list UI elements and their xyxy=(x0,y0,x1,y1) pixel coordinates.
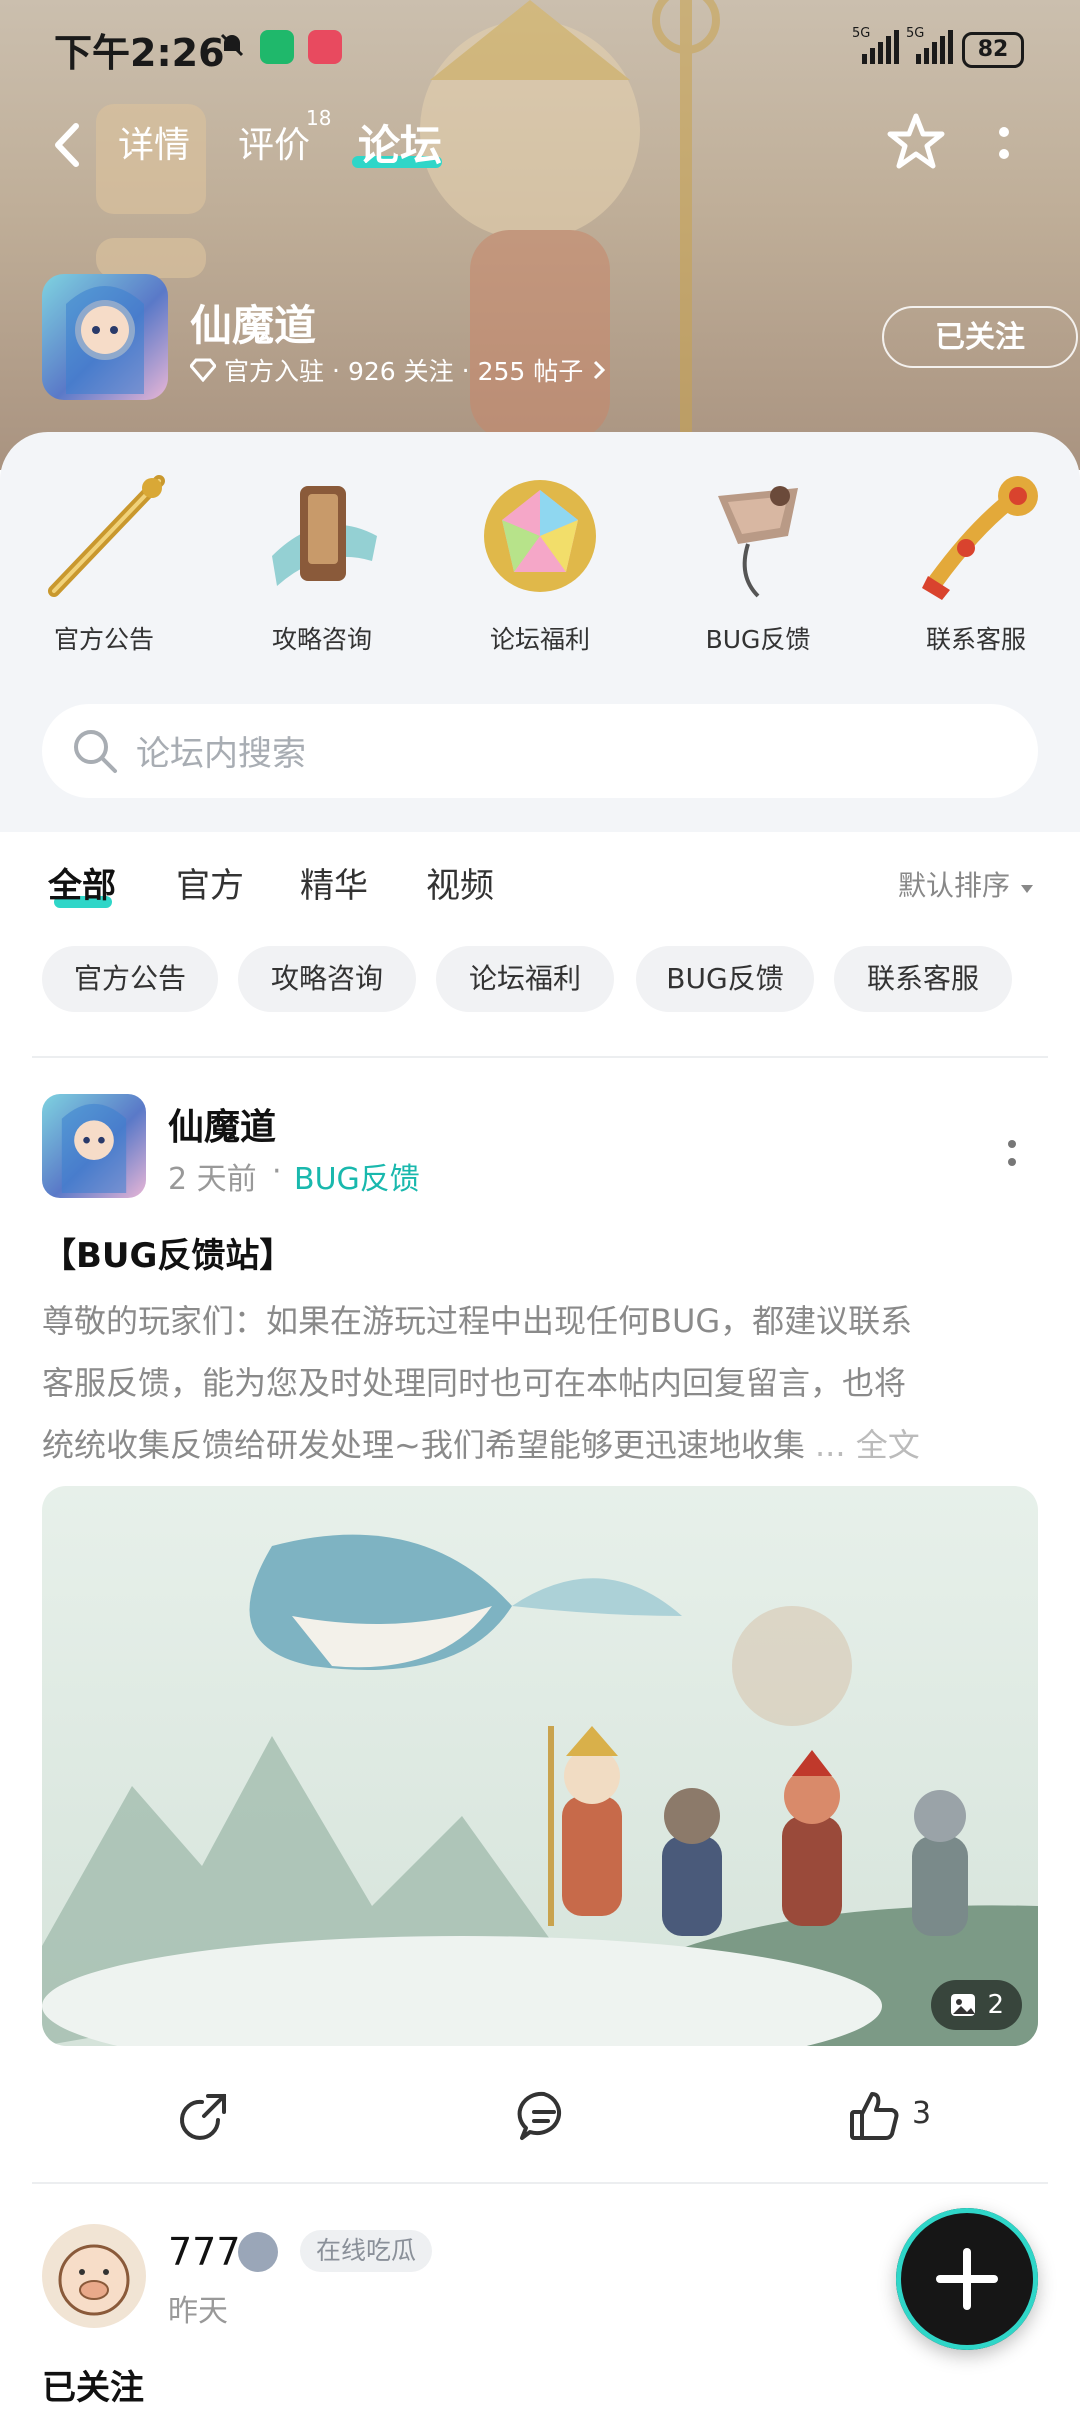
top-nav: 详情 评价 18 论坛 xyxy=(0,100,1080,278)
thumbs-up-icon[interactable] xyxy=(846,2088,902,2144)
game-title: 仙魔道 xyxy=(190,301,317,350)
caret-down-icon xyxy=(1020,885,1033,893)
category-label: 攻略咨询 xyxy=(271,625,372,654)
share-icon[interactable] xyxy=(178,2088,234,2144)
back-arrow-icon[interactable] xyxy=(48,118,88,172)
tab-forum[interactable]: 论坛 xyxy=(358,112,442,173)
forum-header: 下午2:26 5G 5G 82 详情 评价 18 论坛 仙魔道 官方入驻 · 9… xyxy=(0,0,1080,470)
game-info: 仙魔道 官方入驻 · 926 关注 · 255 帖子 已关注 xyxy=(0,270,1080,410)
chip-bug-feedback[interactable]: BUG反馈 xyxy=(636,946,814,1012)
more-vertical-icon[interactable] xyxy=(996,120,1012,170)
user-tag: 在线吃瓜 xyxy=(300,2230,433,2272)
follow-button[interactable]: 已关注 xyxy=(882,306,1078,368)
gem-icon xyxy=(484,480,596,592)
kite-icon xyxy=(718,486,798,598)
game-icon[interactable] xyxy=(42,274,168,400)
image-count: 2 xyxy=(987,1990,1004,2020)
filter-tab-essence[interactable]: 精华 xyxy=(300,858,368,907)
diamond-icon xyxy=(190,358,216,382)
post-title[interactable]: 【BUG反馈站】 xyxy=(42,1228,293,1277)
post-actions: 3 xyxy=(0,2080,1080,2150)
tab-reviews[interactable]: 评价 xyxy=(238,116,310,168)
filter-tab-video[interactable]: 视频 xyxy=(426,858,494,907)
chip-guide-consult[interactable]: 攻略咨询 xyxy=(238,946,416,1012)
follower-count: 926 关注 xyxy=(347,357,454,386)
category-official-announcement[interactable]: 官方公告 xyxy=(4,466,204,656)
post-excerpt[interactable]: 尊敬的玩家们：如果在游玩过程中出现任何BUG，都建议联系 客服反馈，能为您及时处… xyxy=(42,1290,1038,1476)
favorite-star-icon[interactable] xyxy=(886,112,946,172)
category-label: BUG反馈 xyxy=(705,625,811,654)
status-bar: 下午2:26 5G 5G 82 xyxy=(0,0,1080,100)
chevron-right-icon xyxy=(594,360,606,380)
image-icon xyxy=(951,1994,976,2016)
meta-separator: · xyxy=(272,1154,282,1189)
more-vertical-icon[interactable] xyxy=(1004,1134,1020,1174)
app-notification-icon xyxy=(260,30,294,64)
section-divider xyxy=(32,2182,1048,2184)
post-count: 255 帖子 xyxy=(477,357,584,386)
category-contact-service[interactable]: 联系客服 xyxy=(876,466,1076,656)
app-notification-icon xyxy=(308,30,342,64)
search-icon xyxy=(74,730,117,773)
status-notification-icons xyxy=(218,30,342,64)
post-timestamp: 昨天 xyxy=(168,2294,228,2329)
like-count: 3 xyxy=(912,2096,932,2131)
sort-label: 默认排序 xyxy=(898,869,1011,902)
signal-icon xyxy=(862,30,899,64)
level-badge-icon xyxy=(238,2232,278,2272)
category-chips: 官方公告 攻略咨询 论坛福利 BUG反馈 联系客服 xyxy=(0,946,1080,1012)
chip-official-announcement[interactable]: 官方公告 xyxy=(42,946,218,1012)
post-header: 仙魔道 2 天前 · BUG反馈 xyxy=(0,1094,1080,1204)
plus-icon xyxy=(936,2248,998,2310)
search-placeholder: 论坛内搜索 xyxy=(136,734,306,774)
staff-icon xyxy=(48,475,165,597)
comment-icon[interactable] xyxy=(516,2088,572,2144)
filter-tab-official[interactable]: 官方 xyxy=(176,858,244,907)
signal-icon xyxy=(916,30,953,64)
create-post-button[interactable] xyxy=(896,2208,1038,2350)
forum-search-bar[interactable]: 论坛内搜索 xyxy=(42,704,1038,798)
chip-forum-welfare[interactable]: 论坛福利 xyxy=(436,946,614,1012)
battery-icon: 82 xyxy=(962,32,1024,68)
sort-dropdown[interactable]: 默认排序 xyxy=(898,864,1035,904)
author-avatar[interactable] xyxy=(42,2224,146,2328)
filter-tab-all[interactable]: 全部 xyxy=(48,858,116,907)
post-category-link[interactable]: BUG反馈 xyxy=(294,1154,420,1198)
status-time: 下午2:26 xyxy=(54,31,225,75)
read-full-link[interactable]: ... 全文 xyxy=(815,1426,920,1464)
image-count-badge: 2 xyxy=(931,1980,1022,2030)
category-label: 联系客服 xyxy=(925,625,1026,654)
post-excerpt-line: 客服反馈，能为您及时处理同时也可在本帖内回复留言，也将 xyxy=(42,1364,907,1402)
tab-details[interactable]: 详情 xyxy=(118,116,190,168)
scroll-icon xyxy=(272,486,377,586)
author-avatar[interactable] xyxy=(42,1094,146,1198)
meta-separator: · xyxy=(332,355,340,385)
post-image[interactable]: 2 xyxy=(42,1486,1038,2046)
mute-icon xyxy=(218,31,246,63)
category-guide-consult[interactable]: 攻略咨询 xyxy=(222,466,422,656)
category-grid: 官方公告 攻略咨询 论坛福利 BUG反馈 联系客服 xyxy=(0,466,1080,656)
meta-separator: · xyxy=(461,355,470,385)
chip-contact-service[interactable]: 联系客服 xyxy=(834,946,1012,1012)
ruyi-icon xyxy=(922,476,1038,600)
category-label: 官方公告 xyxy=(53,625,154,654)
post-timestamp: 2 天前 xyxy=(168,1162,257,1197)
post-author-name[interactable]: 777 xyxy=(168,2230,241,2274)
category-forum-welfare[interactable]: 论坛福利 xyxy=(440,466,640,656)
post-title[interactable]: 已关注 xyxy=(42,2360,144,2409)
post-author-name[interactable]: 仙魔道 xyxy=(168,1098,276,1150)
game-stats[interactable]: 官方入驻 · 926 关注 · 255 帖子 xyxy=(190,352,607,388)
review-count: 18 xyxy=(306,106,332,130)
section-divider xyxy=(32,1056,1048,1058)
category-panel: 官方公告 攻略咨询 论坛福利 BUG反馈 联系客服 论坛内搜索 xyxy=(0,432,1080,832)
post-illustration xyxy=(42,1486,1038,2046)
category-bug-feedback[interactable]: BUG反馈 xyxy=(658,466,858,656)
feed-filter-tabs: 全部 官方 精华 视频 默认排序 xyxy=(0,854,1080,914)
post-excerpt-line: 尊敬的玩家们：如果在游玩过程中出现任何BUG，都建议联系 xyxy=(42,1302,913,1340)
official-label: 官方入驻 xyxy=(224,357,325,386)
post-excerpt-line: 统统收集反馈给研发处理~我们希望能够更迅速地收集 xyxy=(42,1426,815,1464)
category-label: 论坛福利 xyxy=(489,625,590,654)
